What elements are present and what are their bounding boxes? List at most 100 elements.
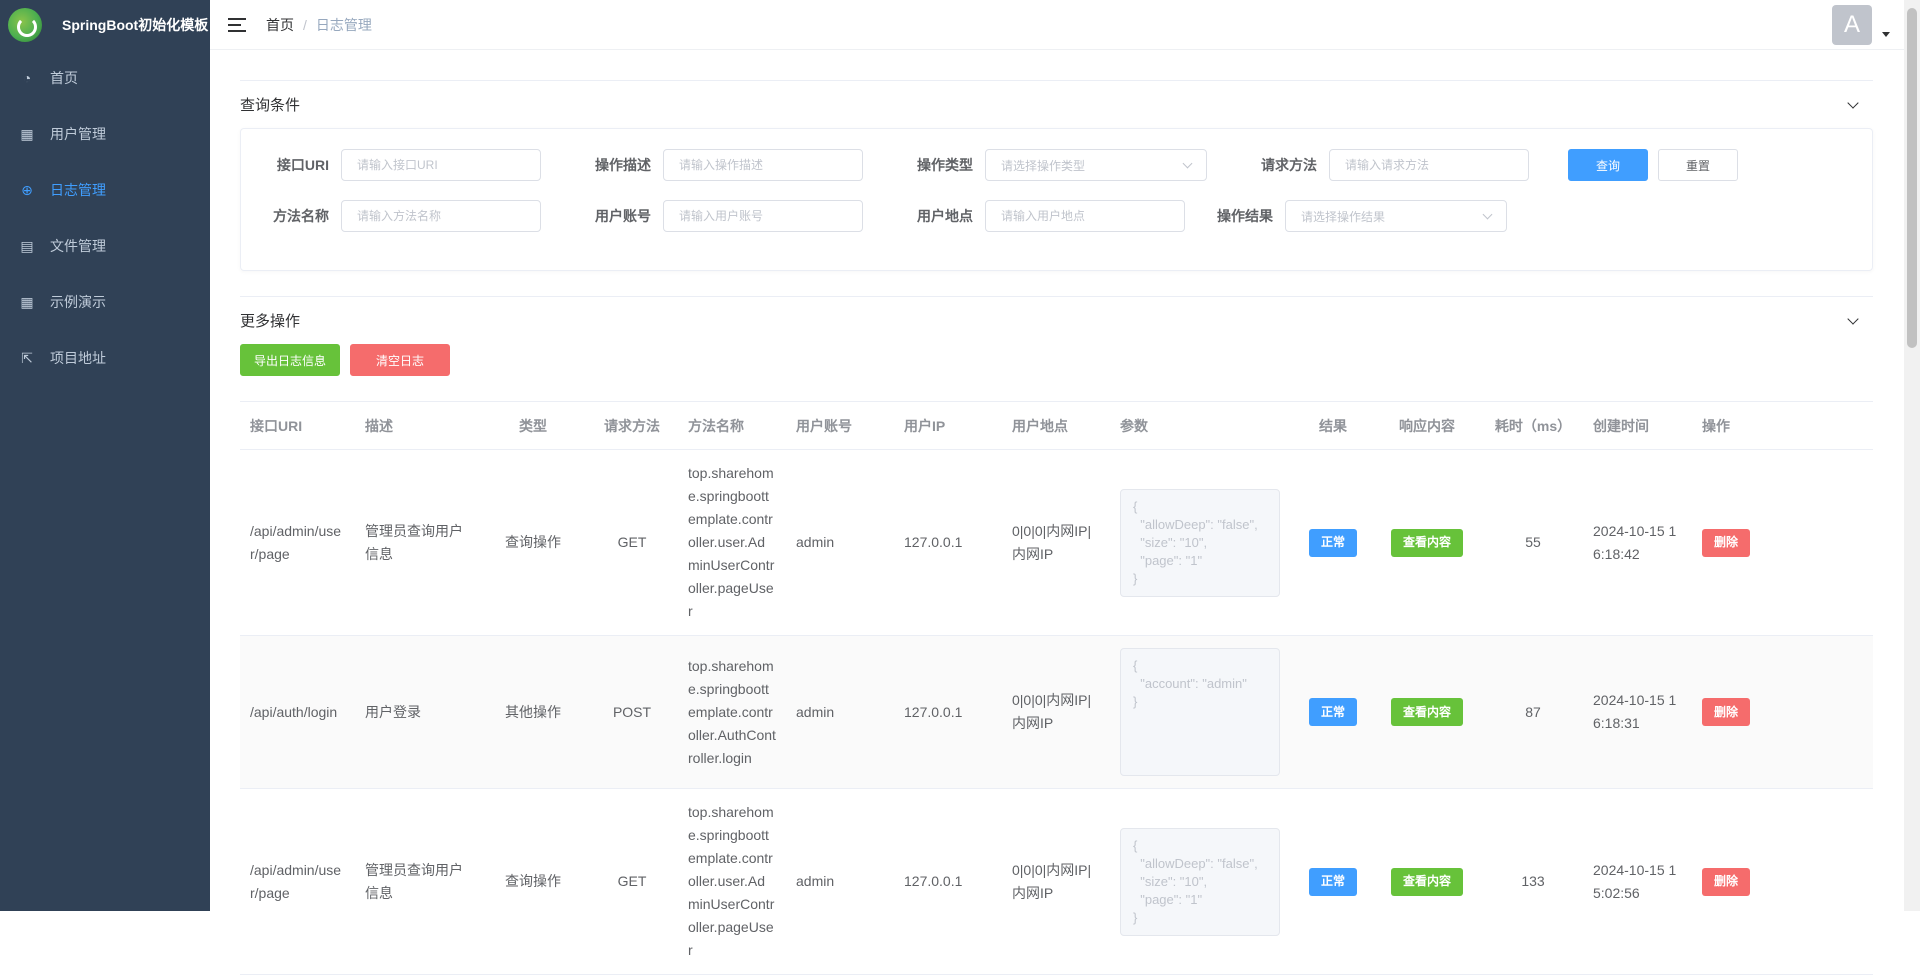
cell-type: 查询操作 <box>480 788 586 975</box>
delete-button[interactable]: 删除 <box>1702 528 1751 557</box>
col-header: 用户地点 <box>1002 401 1110 450</box>
params-textarea[interactable]: { "account": "admin" } <box>1120 648 1280 776</box>
cell-location: 0|0|0|内网IP|内网IP <box>1002 788 1110 975</box>
app-title: SpringBoot初始化模板 <box>62 17 209 33</box>
result-badge[interactable]: 正常 <box>1308 867 1357 896</box>
cell-time: 2024-10-15 15:02:56 <box>1583 788 1692 975</box>
fn-field: 方法名称 <box>241 200 541 232</box>
sidebar-item-project[interactable]: ⇱ 项目地址 <box>0 330 210 386</box>
breadcrumb-home[interactable]: 首页 <box>266 17 294 33</box>
col-header: 类型 <box>480 401 586 450</box>
cell-type: 查询操作 <box>480 449 586 636</box>
chevron-down-icon <box>1482 209 1493 219</box>
query-actions: 查询 重置 <box>1568 149 1738 181</box>
desc-field: 操作描述 <box>563 149 863 181</box>
search-button[interactable]: 查询 <box>1568 149 1648 181</box>
col-header: 耗时（ms） <box>1483 401 1583 450</box>
table-row: /api/admin/user/page 管理员查询用户信息 查询操作 GET … <box>240 449 1873 636</box>
more-actions-section: 更多操作 导出日志信息 清空日志 <box>240 296 1873 376</box>
view-response-button[interactable]: 查看内容 <box>1390 867 1463 896</box>
col-header: 请求方法 <box>586 401 678 450</box>
uri-label: 接口URI <box>276 157 329 173</box>
result-select-placeholder: 请选择操作结果 <box>1301 209 1386 224</box>
col-header: 方法名称 <box>678 401 786 450</box>
cell-ip: 127.0.0.1 <box>894 449 1002 636</box>
cell-uri: /api/admin/user/page <box>240 788 355 975</box>
app-logo[interactable]: SpringBoot初始化模板 <box>0 0 210 50</box>
cell-cost: 55 <box>1483 449 1583 636</box>
cell-params: { "account": "admin" } <box>1110 635 1295 789</box>
view-response-button[interactable]: 查看内容 <box>1390 528 1463 557</box>
table-row: /api/auth/login 用户登录 其他操作 POST top.share… <box>240 635 1873 789</box>
cell-fn: top.sharehome.springboottemplate.control… <box>678 635 786 789</box>
chevron-down-icon[interactable] <box>1847 312 1859 325</box>
type-select[interactable]: 请选择操作类型 <box>985 149 1207 181</box>
table-row: /api/admin/user/page 管理员查询用户信息 查询操作 GET … <box>240 788 1873 975</box>
grid-icon: ▦ <box>20 294 34 310</box>
chevron-down-icon[interactable] <box>1847 96 1859 109</box>
cell-location: 0|0|0|内网IP|内网IP <box>1002 449 1110 636</box>
location-input[interactable] <box>985 200 1185 232</box>
cell-result: 正常 <box>1295 635 1371 789</box>
sidebar-item-label: 首页 <box>50 70 78 86</box>
method-input[interactable] <box>1329 149 1529 181</box>
cell-time: 2024-10-15 16:18:42 <box>1583 449 1692 636</box>
menu-toggle-icon[interactable] <box>228 17 246 32</box>
breadcrumb-separator: / <box>303 16 307 33</box>
query-section-header[interactable]: 查询条件 <box>240 80 1873 128</box>
external-link-icon: ⇱ <box>21 350 33 366</box>
table-header-row: 接口URI 描述 类型 请求方法 方法名称 用户账号 用户IP 用户地点 参数 … <box>240 401 1873 450</box>
location-field: 用户地点 <box>885 200 1185 232</box>
log-table: 接口URI 描述 类型 请求方法 方法名称 用户账号 用户IP 用户地点 参数 … <box>240 401 1873 975</box>
scrollbar[interactable] <box>1904 0 1920 911</box>
scrollbar-thumb[interactable] <box>1907 8 1917 348</box>
sidebar-item-files[interactable]: ▤ 文件管理 <box>0 218 210 274</box>
method-field: 请求方法 <box>1229 149 1529 181</box>
cell-uri: /api/auth/login <box>240 635 355 789</box>
cell-fn: top.sharehome.springboottemplate.control… <box>678 449 786 636</box>
breadcrumb-current: 日志管理 <box>315 16 372 33</box>
result-label: 操作结果 <box>1217 208 1273 224</box>
cell-method: POST <box>586 635 678 789</box>
type-field: 操作类型 请选择操作类型 <box>885 149 1207 181</box>
avatar[interactable]: A <box>1832 5 1872 45</box>
delete-button[interactable]: 删除 <box>1702 698 1751 726</box>
result-badge[interactable]: 正常 <box>1308 528 1357 557</box>
cell-actions: 删除 <box>1692 788 1873 975</box>
sidebar-item-examples[interactable]: ▦ 示例演示 <box>0 274 210 330</box>
query-form: 接口URI 操作描述 操作类型 请选择操作类型 请求方法 查询重置 <box>240 128 1873 271</box>
cell-ip: 127.0.0.1 <box>894 635 1002 789</box>
col-header: 用户账号 <box>786 401 894 450</box>
result-badge[interactable]: 正常 <box>1308 698 1357 726</box>
reset-button[interactable]: 重置 <box>1658 149 1738 181</box>
params-textarea[interactable]: { "allowDeep": "false", "size": "10", "p… <box>1120 488 1280 597</box>
spring-logo-icon <box>8 8 42 42</box>
col-header: 响应内容 <box>1371 401 1483 450</box>
view-response-button[interactable]: 查看内容 <box>1390 698 1463 726</box>
delete-button[interactable]: 删除 <box>1702 867 1751 896</box>
sidebar-item-users[interactable]: ▦ 用户管理 <box>0 106 210 162</box>
method-label: 请求方法 <box>1261 157 1317 173</box>
uri-field: 接口URI <box>241 149 541 181</box>
uri-input[interactable] <box>341 149 541 181</box>
result-select[interactable]: 请选择操作结果 <box>1285 200 1507 232</box>
cell-response: 查看内容 <box>1371 635 1483 789</box>
col-header: 接口URI <box>240 401 355 450</box>
cell-cost: 87 <box>1483 635 1583 789</box>
more-section-title: 更多操作 <box>240 313 301 330</box>
type-label: 操作类型 <box>917 157 973 173</box>
cell-params: { "allowDeep": "false", "size": "10", "p… <box>1110 788 1295 975</box>
params-textarea[interactable]: { "allowDeep": "false", "size": "10", "p… <box>1120 827 1280 936</box>
fn-input[interactable] <box>341 200 541 232</box>
clear-logs-button[interactable]: 清空日志 <box>350 344 450 376</box>
cell-fn: top.sharehome.springboottemplate.control… <box>678 788 786 975</box>
export-logs-button[interactable]: 导出日志信息 <box>240 344 340 376</box>
account-input[interactable] <box>663 200 863 232</box>
cell-cost: 133 <box>1483 788 1583 975</box>
caret-down-icon[interactable] <box>1882 32 1890 37</box>
sidebar-item-logs[interactable]: ⊕ 日志管理 <box>0 162 210 218</box>
more-section-header[interactable]: 更多操作 <box>240 296 1873 344</box>
type-select-placeholder: 请选择操作类型 <box>1001 158 1086 173</box>
desc-input[interactable] <box>663 149 863 181</box>
sidebar-item-home[interactable]: ◔ 首页 <box>0 50 210 106</box>
